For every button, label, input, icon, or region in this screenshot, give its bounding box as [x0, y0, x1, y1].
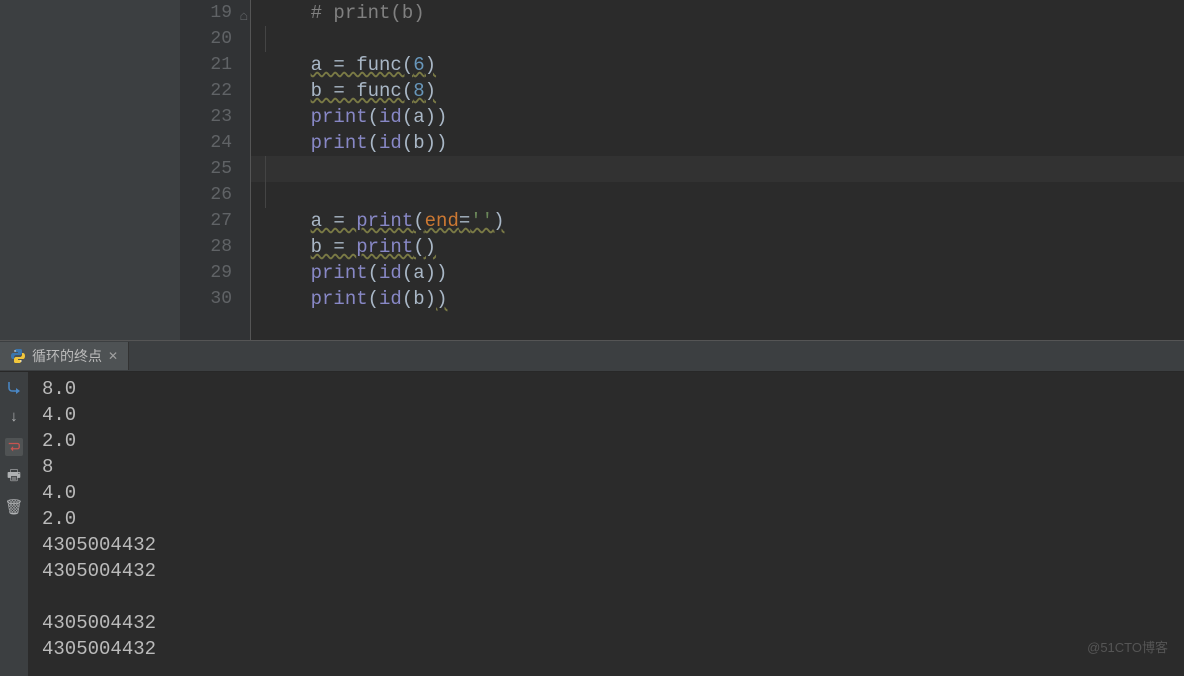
- run-tab-bar: 循环的终点 ✕: [0, 340, 1184, 372]
- line-number[interactable]: 19 ⌂: [180, 0, 250, 26]
- soft-wrap-icon[interactable]: [5, 438, 23, 456]
- line-number[interactable]: 21: [180, 52, 250, 78]
- code-line[interactable]: a = func(6): [251, 52, 1184, 78]
- line-number-gutter[interactable]: 19 ⌂ 20 21 22 23 24 25 26 27 28 29 30: [180, 0, 250, 340]
- code-line[interactable]: print(id(b)): [251, 286, 1184, 312]
- line-number[interactable]: 25: [180, 156, 250, 182]
- line-number[interactable]: 28: [180, 234, 250, 260]
- scroll-to-end-icon[interactable]: ↓: [5, 408, 23, 426]
- python-file-icon: [10, 348, 26, 364]
- code-line[interactable]: print(id(a)): [251, 104, 1184, 130]
- console-output[interactable]: 8.0 4.0 2.0 8 4.0 2.0 4305004432 4305004…: [28, 372, 1184, 676]
- line-number[interactable]: 29: [180, 260, 250, 286]
- line-number[interactable]: 20: [180, 26, 250, 52]
- editor-pane: 19 ⌂ 20 21 22 23 24 25 26 27 28 29 30 # …: [0, 0, 1184, 340]
- print-icon[interactable]: 🖶: [5, 468, 23, 486]
- code-line[interactable]: print(id(b)): [251, 130, 1184, 156]
- line-number[interactable]: 27: [180, 208, 250, 234]
- line-number[interactable]: 26: [180, 182, 250, 208]
- code-editor[interactable]: # print(b) a = func(6) b = func(8) print…: [250, 0, 1184, 340]
- console-pane: ↓ 🖶 🗑 8.0 4.0 2.0 8 4.0 2.0 4305004432 4…: [0, 372, 1184, 676]
- run-tab[interactable]: 循环的终点 ✕: [0, 342, 129, 370]
- code-line[interactable]: [251, 156, 1184, 182]
- line-number[interactable]: 30: [180, 286, 250, 312]
- close-icon[interactable]: ✕: [108, 349, 118, 363]
- code-line[interactable]: a = print(end=''): [251, 208, 1184, 234]
- code-line[interactable]: # print(b): [251, 0, 1184, 26]
- watermark-text: @51CTO博客: [1087, 637, 1168, 656]
- code-line[interactable]: b = print(): [251, 234, 1184, 260]
- code-line[interactable]: [251, 182, 1184, 208]
- project-sidebar-collapsed: [0, 0, 180, 340]
- code-line[interactable]: b = func(8): [251, 78, 1184, 104]
- console-toolbar: ↓ 🖶 🗑: [0, 372, 28, 676]
- run-tab-label: 循环的终点: [32, 346, 102, 366]
- line-number[interactable]: 24: [180, 130, 250, 156]
- line-number[interactable]: 23: [180, 104, 250, 130]
- code-line[interactable]: [251, 26, 1184, 52]
- line-number[interactable]: 22: [180, 78, 250, 104]
- step-icon[interactable]: [5, 378, 23, 396]
- code-line[interactable]: print(id(a)): [251, 260, 1184, 286]
- clear-all-icon[interactable]: 🗑: [5, 498, 23, 516]
